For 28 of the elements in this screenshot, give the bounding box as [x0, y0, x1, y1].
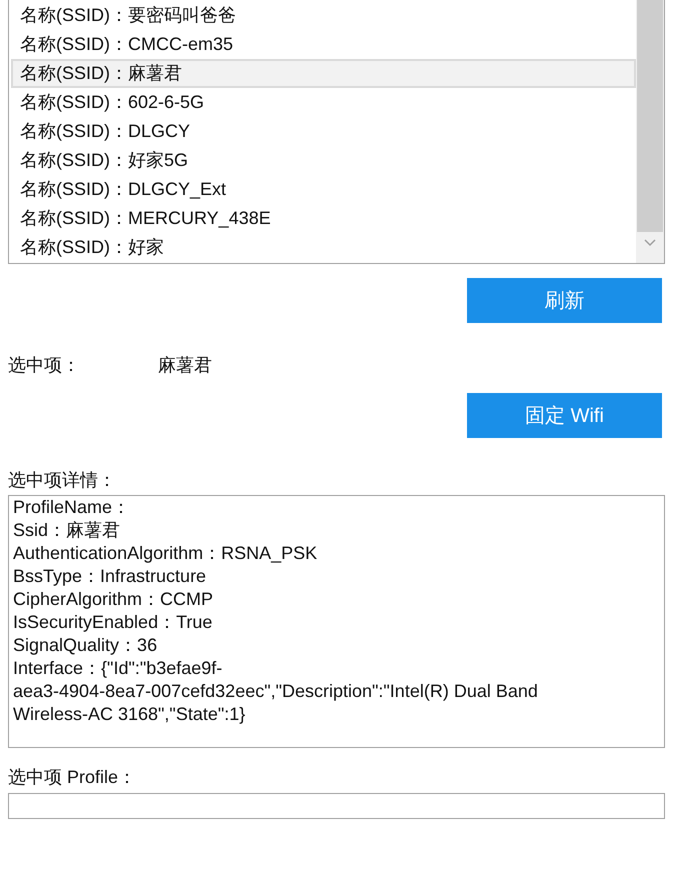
ssid-list-item[interactable]: 名称(SSID)：DLGCY_Ext: [11, 175, 636, 204]
details-line: Interface：{"Id":"b3efae9f-: [13, 657, 222, 680]
details-line: Wireless-AC 3168","State":1}: [13, 703, 246, 726]
scroll-thumb[interactable]: [637, 0, 663, 232]
selected-item-value: 麻薯君: [158, 354, 212, 376]
ssid-list-item[interactable]: 名称(SSID)：MERCURY_438E: [11, 204, 636, 233]
details-line: CipherAlgorithm：CCMP: [13, 588, 214, 611]
ssid-list-item[interactable]: 名称(SSID)：602-6-5G: [11, 88, 636, 117]
ssid-list-item[interactable]: 名称(SSID)：好家5G: [11, 146, 636, 175]
ssid-list-item[interactable]: 名称(SSID)：要密码叫爸爸: [11, 1, 636, 30]
details-line: aea3-4904-8ea7-007cefd32eec","Description":"Intel(R) Dual Band: [13, 680, 538, 703]
scroll-down-icon[interactable]: [644, 239, 656, 247]
details-line: IsSecurityEnabled：True: [13, 611, 212, 634]
scrollbar[interactable]: [636, 0, 664, 263]
ssid-list-item[interactable]: 名称(SSID)：CMCC-em35: [11, 30, 636, 59]
details-line: BssType：Infrastructure: [13, 565, 206, 588]
profile-field[interactable]: [8, 793, 665, 819]
details-label: 选中项详情：: [8, 470, 116, 490]
selected-item-label: 选中项：: [8, 354, 81, 376]
details-line: SignalQuality：36: [13, 634, 158, 657]
ssid-list-item[interactable]: 名称(SSID)：DLGCY: [11, 117, 636, 146]
profile-label: 选中项 Profile：: [8, 767, 136, 787]
details-line: AuthenticationAlgorithm：RSNA_PSK: [13, 542, 318, 565]
details-line: Ssid：麻薯君: [13, 519, 120, 542]
details-box[interactable]: [8, 495, 665, 748]
ssid-list-item[interactable]: 名称(SSID)：麻薯君: [11, 59, 636, 88]
details-line: ProfileName：: [13, 496, 130, 519]
ssid-list-item[interactable]: 名称(SSID)：好家: [11, 233, 636, 262]
